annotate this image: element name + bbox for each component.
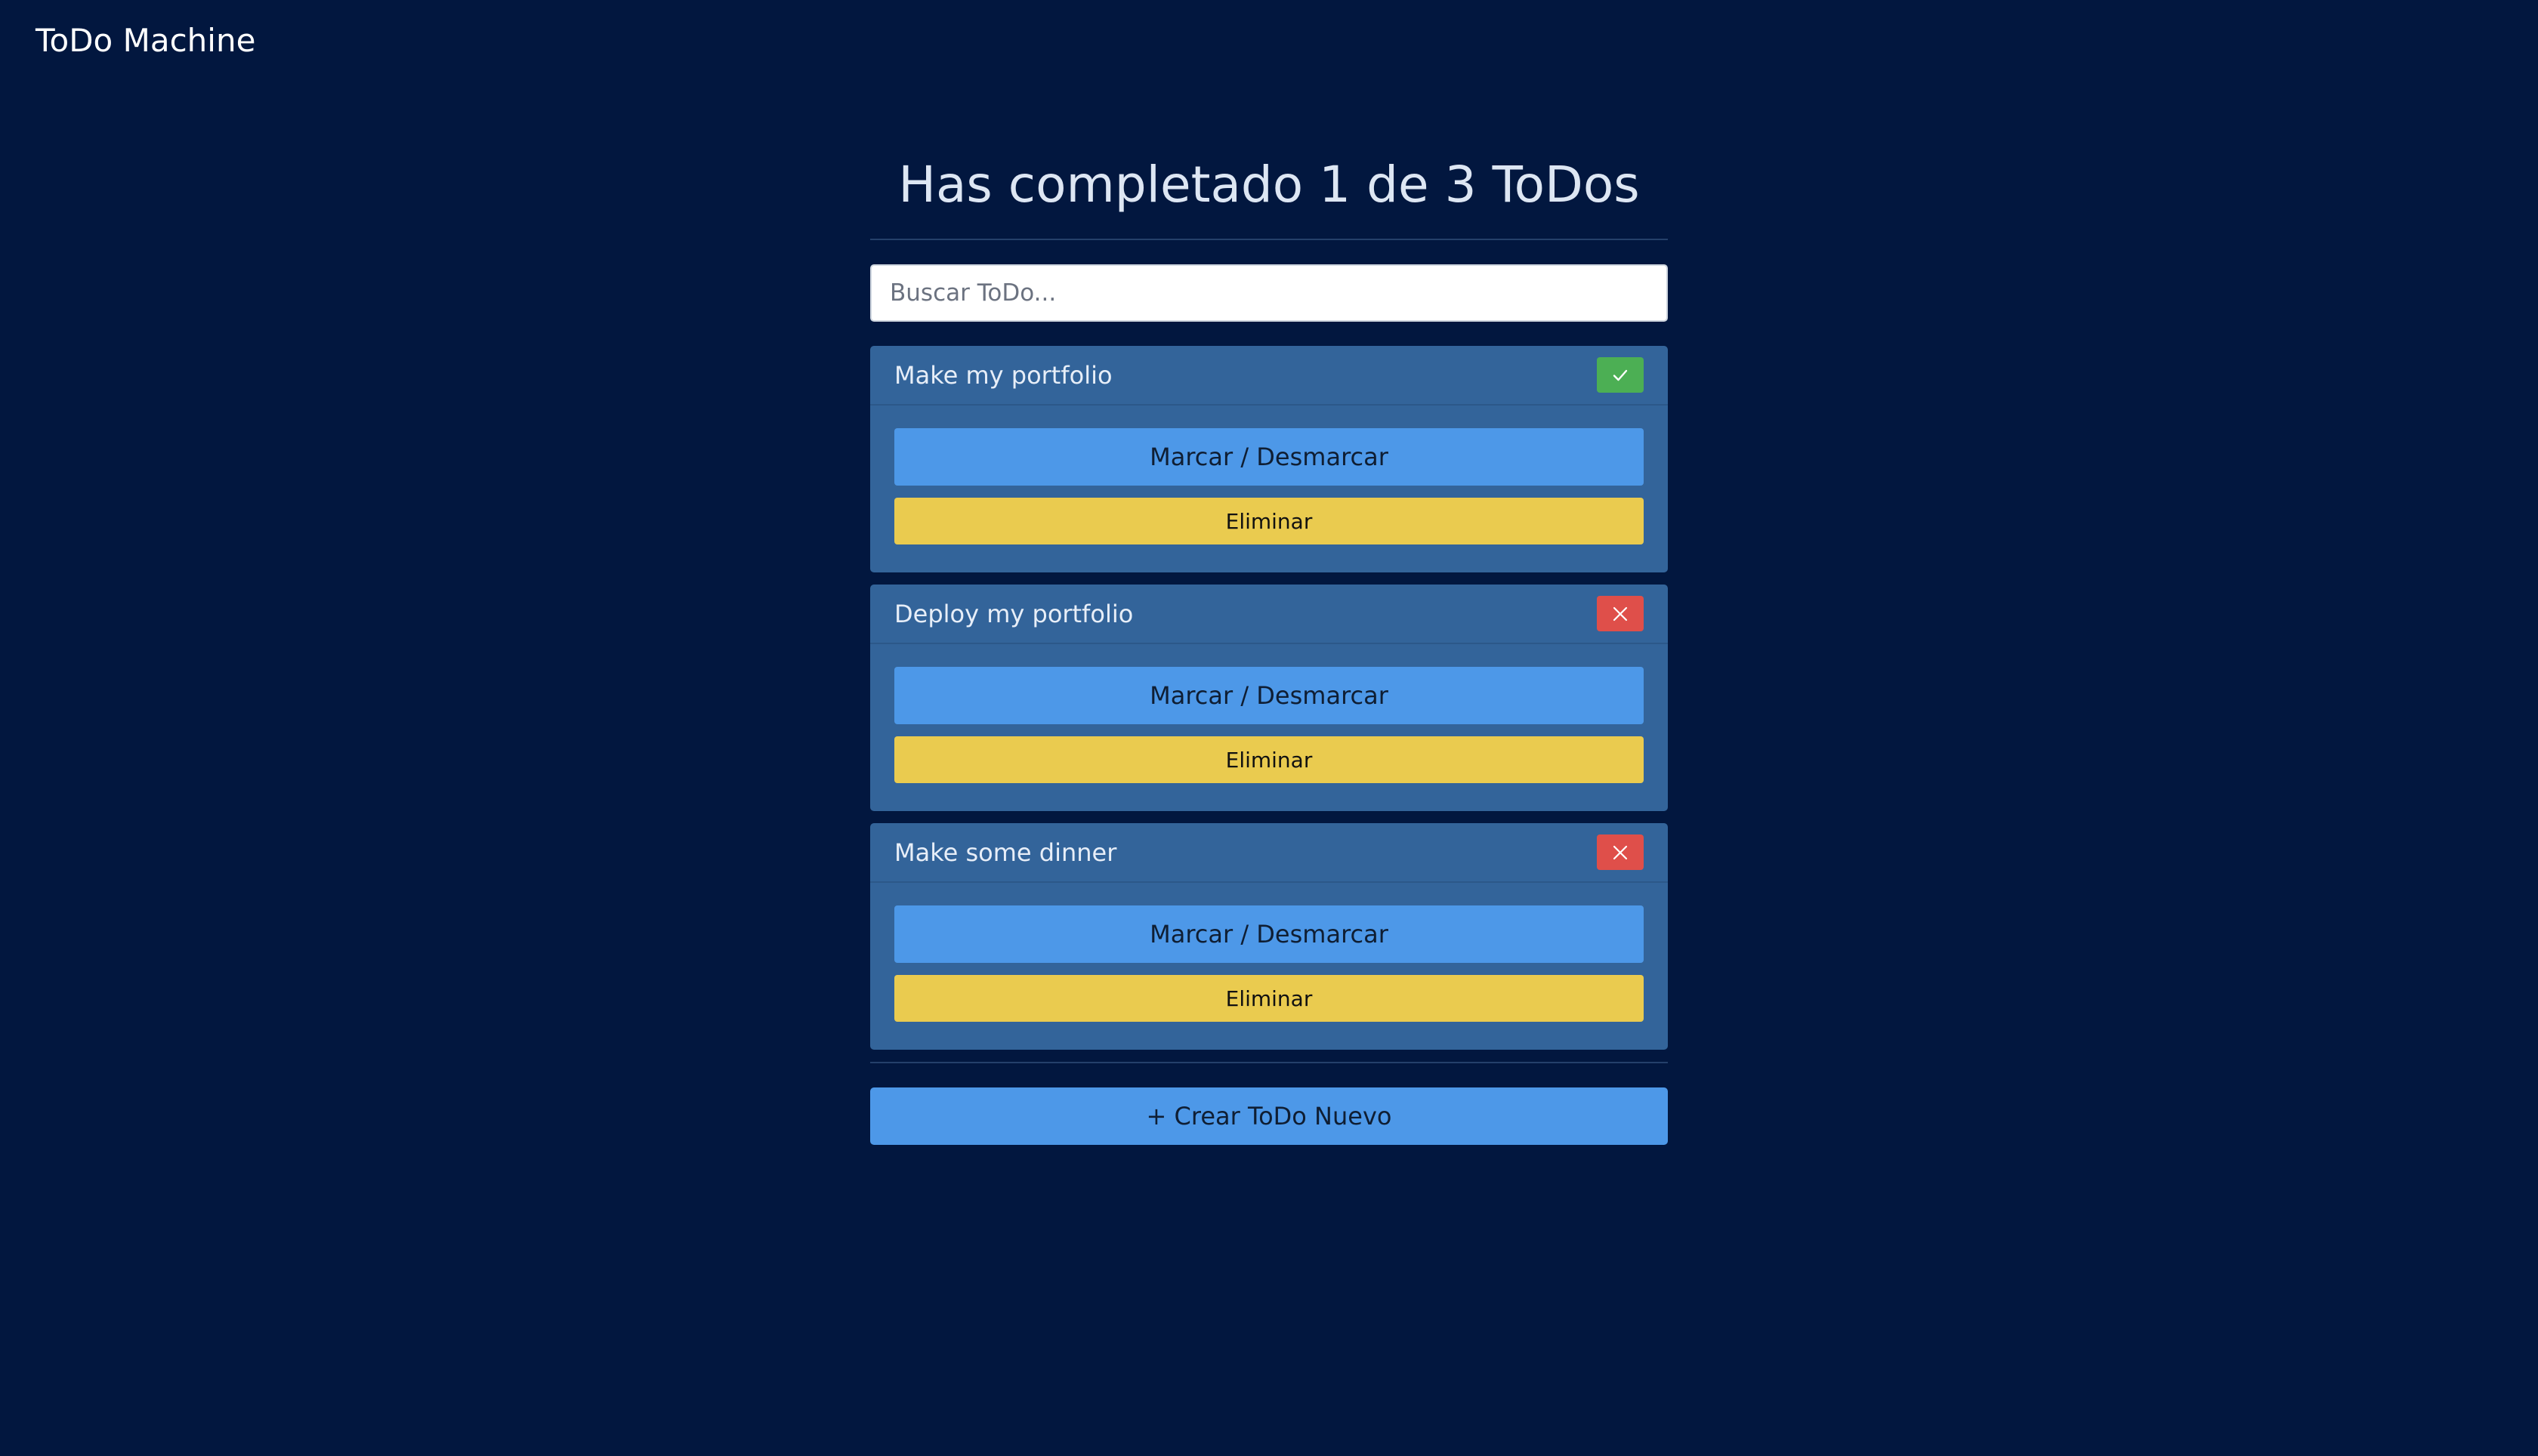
create-todo-button[interactable]: + Crear ToDo Nuevo [870,1087,1668,1145]
todo-item: Make my portfolio Marcar / Desmarcar Eli… [870,346,1668,572]
search-input[interactable] [870,264,1668,322]
todo-text: Make some dinner [894,838,1117,867]
close-icon [1613,606,1628,621]
todo-main: Has completado 1 de 3 ToDos Make my port… [870,143,1668,1145]
todo-actions: Marcar / Desmarcar Eliminar [870,883,1668,1022]
todo-item: Make some dinner Marcar / Desmarcar Elim… [870,823,1668,1050]
todo-actions: Marcar / Desmarcar Eliminar [870,406,1668,544]
toggle-complete-button[interactable]: Marcar / Desmarcar [894,667,1644,724]
todo-header: Make my portfolio [870,346,1668,406]
todo-actions: Marcar / Desmarcar Eliminar [870,644,1668,783]
check-icon [1613,369,1628,381]
delete-button[interactable]: Eliminar [894,736,1644,783]
divider [870,1062,1668,1063]
todo-status-button[interactable] [1597,357,1644,393]
todo-item: Deploy my portfolio Marcar / Desmarcar E… [870,585,1668,811]
todo-status-button[interactable] [1597,834,1644,870]
todo-counter: Has completado 1 de 3 ToDos [870,143,1668,240]
todo-list: Make my portfolio Marcar / Desmarcar Eli… [870,346,1668,1050]
todo-header: Make some dinner [870,823,1668,883]
app-title: ToDo Machine [36,22,256,59]
todo-text: Make my portfolio [894,360,1113,390]
delete-button[interactable]: Eliminar [894,975,1644,1022]
todo-header: Deploy my portfolio [870,585,1668,644]
close-icon [1613,845,1628,859]
toggle-complete-button[interactable]: Marcar / Desmarcar [894,428,1644,486]
todo-text: Deploy my portfolio [894,599,1134,628]
todo-status-button[interactable] [1597,596,1644,631]
toggle-complete-button[interactable]: Marcar / Desmarcar [894,905,1644,963]
delete-button[interactable]: Eliminar [894,498,1644,544]
